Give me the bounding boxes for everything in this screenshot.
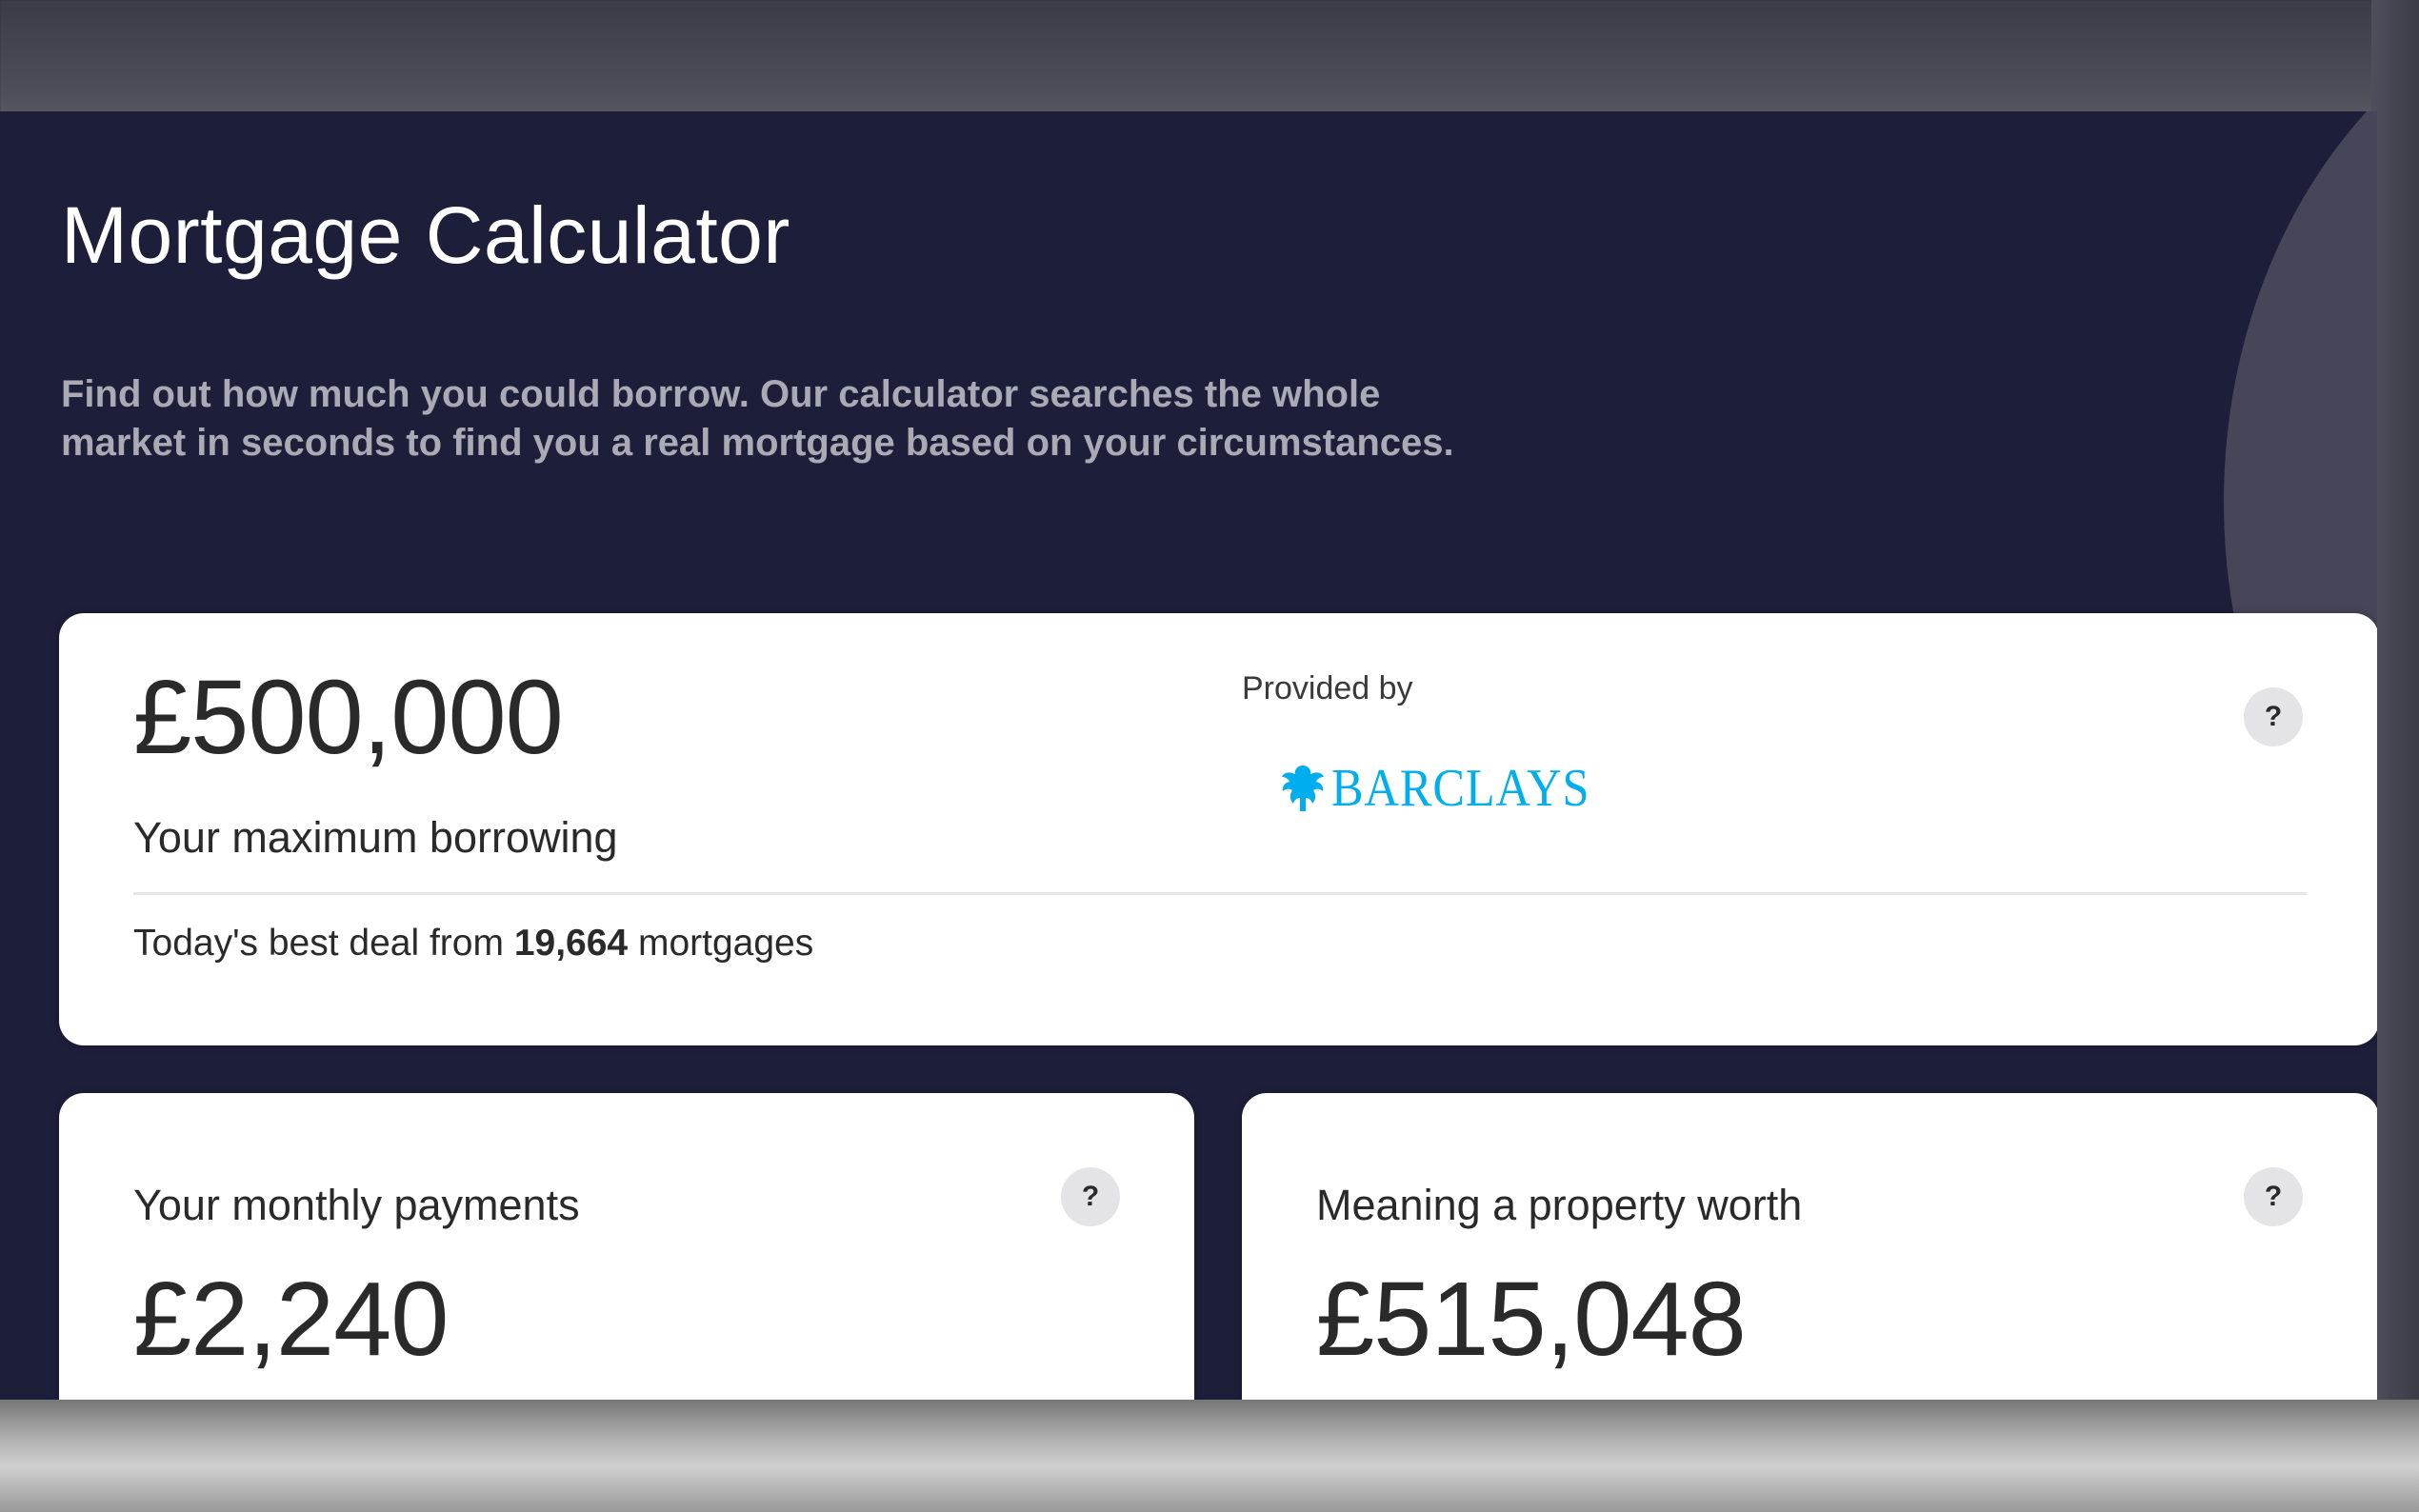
- monthly-payments-label: Your monthly payments: [133, 1181, 580, 1229]
- divider: [133, 892, 2307, 895]
- page-subtitle: Find out how much you could borrow. Our …: [61, 370, 1489, 468]
- monthly-payments-card: Your monthly payments £2,240 ?: [59, 1093, 1194, 1400]
- calculator-panel: Mortgage Calculator Find out how much yo…: [0, 111, 2377, 1400]
- best-deal-suffix: mortgages: [637, 923, 814, 964]
- monthly-payments-help-button[interactable]: ?: [1061, 1167, 1120, 1226]
- subtitle-line-1: Find out how much you could borrow. Our …: [61, 373, 1381, 415]
- property-worth-amount: £515,048: [1316, 1261, 1747, 1378]
- page-title: Mortgage Calculator: [61, 190, 790, 280]
- max-borrowing-card: £500,000 Your maximum borrowing Provided…: [59, 613, 2377, 1045]
- mortgage-count: 19,664: [513, 923, 629, 964]
- question-mark-icon: ?: [2264, 701, 2283, 732]
- provided-by-label: Provided by: [1242, 670, 1413, 706]
- provider-logo: BARCLAYS: [1278, 758, 1619, 819]
- question-mark-icon: ?: [2264, 1181, 2283, 1212]
- background-right: [2371, 0, 2419, 1512]
- question-mark-icon: ?: [1081, 1181, 1100, 1212]
- max-borrowing-label: Your maximum borrowing: [133, 813, 618, 862]
- max-borrowing-amount: £500,000: [133, 659, 564, 776]
- provider-name: BARCLAYS: [1331, 759, 1590, 818]
- background-bottom: [0, 1400, 2419, 1512]
- property-worth-card: Meaning a property worth £515,048 ?: [1242, 1093, 2377, 1400]
- max-borrowing-help-button[interactable]: ?: [2244, 687, 2303, 746]
- best-deal-text: Today's best deal from 19,664 mortgages: [133, 923, 813, 965]
- background-top: [0, 0, 2419, 112]
- property-worth-label: Meaning a property worth: [1316, 1181, 1803, 1229]
- best-deal-prefix: Today's best deal from: [133, 923, 504, 964]
- subtitle-line-2: market in seconds to find you a real mor…: [61, 422, 1454, 464]
- property-worth-help-button[interactable]: ?: [2244, 1167, 2303, 1226]
- monthly-payments-amount: £2,240: [133, 1261, 449, 1378]
- eagle-icon: [1282, 766, 1324, 811]
